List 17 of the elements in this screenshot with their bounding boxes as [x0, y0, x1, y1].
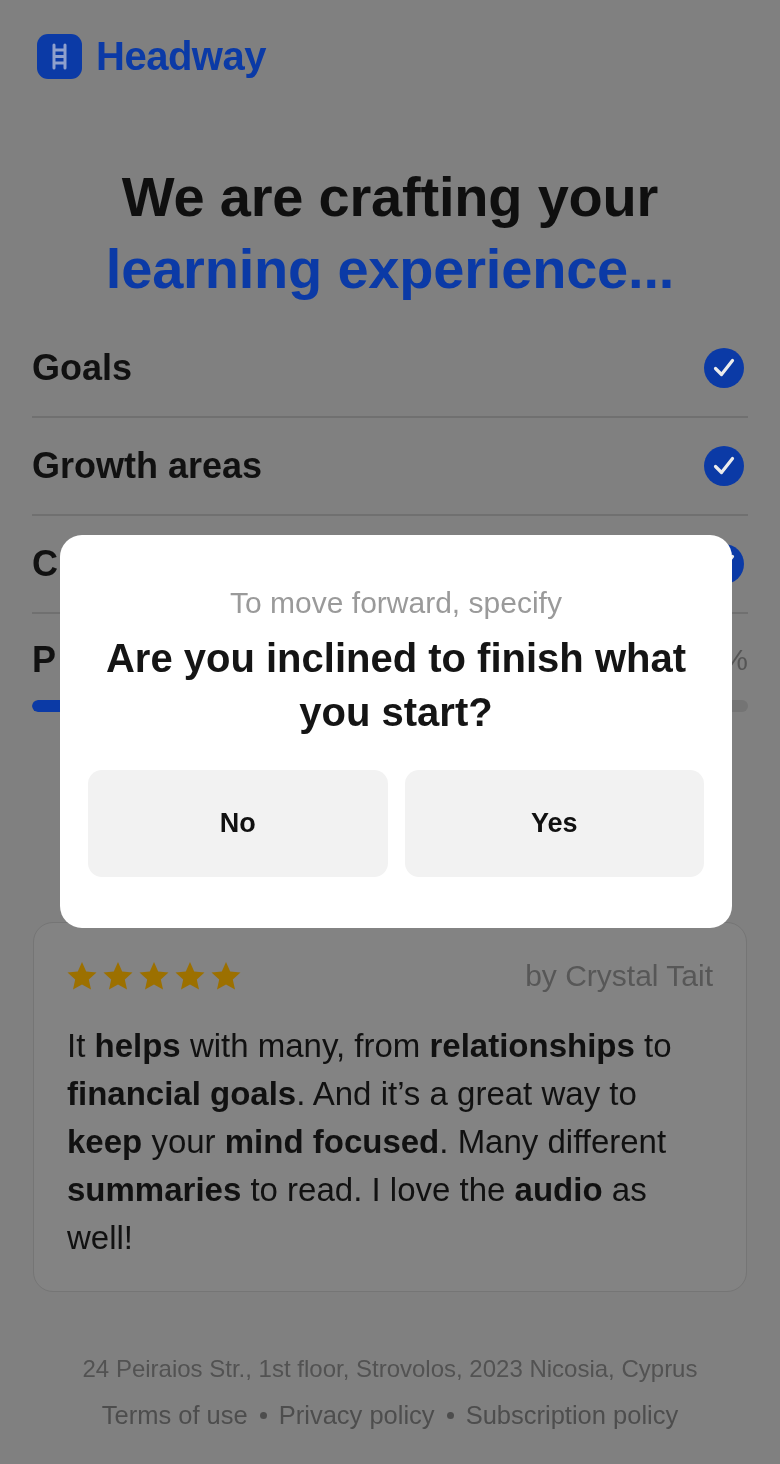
- page-title: We are crafting your learning experience...: [104, 164, 676, 302]
- review-text: It helps with many, from relationships to financial goals. And it’s a great way to keep your mind focused. Many different summaries to read. I love the audio as well!: [67, 1026, 673, 1258]
- star-icon: [211, 961, 241, 991]
- logo-text: Headway: [96, 33, 266, 79]
- checklist-label: Growth areas: [32, 444, 263, 488]
- dialog-subtitle: To move forward, specify: [230, 585, 562, 621]
- dialog-question: Are you inclined to finish what you start?: [104, 635, 687, 736]
- answer-button[interactable]: No: [88, 770, 388, 877]
- answer-button[interactable]: Yes: [404, 770, 704, 877]
- star-icon: [139, 961, 169, 991]
- ladder-logo-icon: [37, 33, 82, 79]
- checklist-label: Goals: [32, 346, 133, 390]
- progress-label: P: [32, 640, 56, 680]
- star-icon: [175, 961, 205, 991]
- star-icon: [103, 961, 133, 991]
- checklist-label: C: [32, 542, 58, 586]
- star-icon: [67, 961, 97, 991]
